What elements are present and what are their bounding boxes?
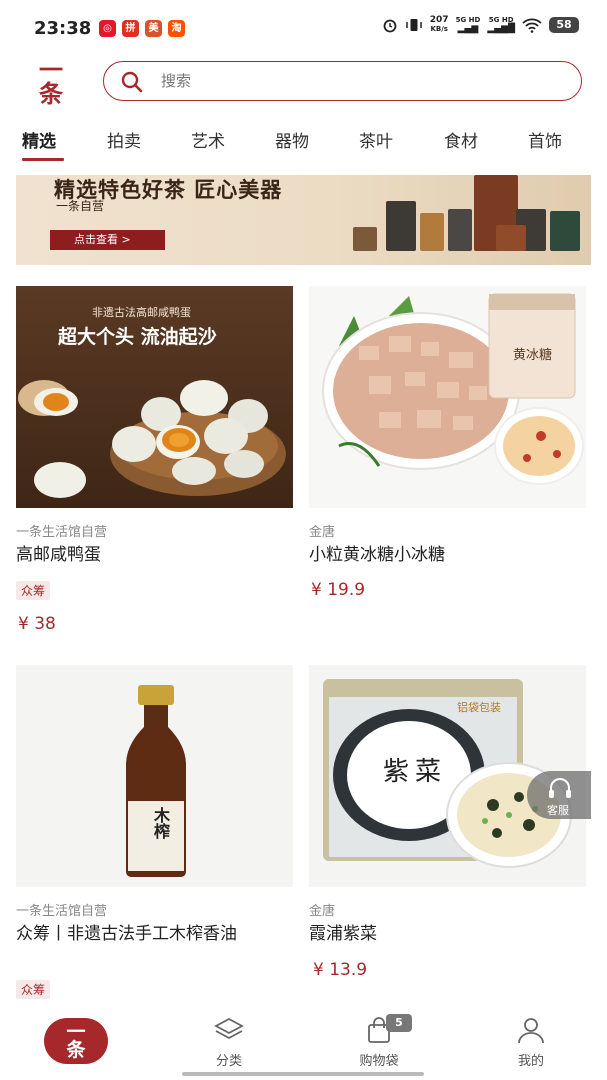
product-image-rock-sugar[interactable]: 黄冰糖: [309, 286, 586, 508]
package-label: 紫菜: [383, 757, 448, 787]
tab-utensils[interactable]: 器物: [275, 127, 309, 152]
category-tabs: 精选 拍卖 艺术 器物 茶叶 食材 首饰: [0, 122, 607, 162]
status-bar: 23:38 ◎ 拼 美 淘 207 KB/s 5G HD ▂▄▆ 5G HD ▂▄▆█…: [0, 0, 607, 58]
battery-indicator: 58: [549, 17, 579, 33]
alarm-icon: [383, 19, 397, 33]
cart-count-badge: 5: [386, 1014, 412, 1032]
search-input[interactable]: [161, 70, 541, 92]
package-label: 黄冰糖: [513, 348, 553, 363]
nav-profile[interactable]: 我的: [496, 1016, 566, 1069]
customer-service-button[interactable]: 客服: [527, 771, 591, 819]
person-icon: [518, 1018, 544, 1044]
rock-sugar-illustration: [322, 293, 584, 485]
sesame-oil-bottle-illustration: [126, 685, 186, 877]
network-speed: 207 KB/s: [429, 15, 449, 34]
crowdfunding-tag: 众筹: [16, 980, 51, 999]
product-brand: 一条生活馆自营: [16, 904, 108, 919]
product-name[interactable]: 高邮咸鸭蛋: [16, 545, 293, 566]
layers-icon: [214, 1017, 244, 1040]
bottle-label: 木榨: [151, 807, 170, 839]
product-brand: 一条生活馆自营: [16, 525, 108, 540]
tab-tea[interactable]: 茶叶: [359, 127, 393, 152]
weibo-icon: ◎: [99, 20, 116, 37]
product-name[interactable]: 霞浦紫菜: [309, 924, 586, 945]
promo-banner[interactable]: 精选特色好茶 匠心美器 一条自营 点击查看 >: [16, 175, 591, 265]
search-icon: [121, 71, 143, 93]
banner-view-button[interactable]: 点击查看 >: [50, 230, 165, 250]
tab-art[interactable]: 艺术: [191, 127, 225, 152]
tab-auction[interactable]: 拍卖: [107, 127, 141, 152]
vibrate-icon: [406, 19, 422, 31]
sim2-signal: 5G HD ▂▄▆█: [487, 16, 515, 34]
product-image-sesame-oil[interactable]: 木榨: [16, 665, 293, 887]
banner-subtitle: 一条自营: [56, 199, 105, 213]
active-tab-indicator: [22, 158, 64, 161]
headset-icon: [549, 778, 571, 798]
product-price: ¥ 19.9: [311, 580, 366, 600]
customer-service-label: 客服: [547, 804, 569, 817]
status-indicators: 207 KB/s 5G HD ▂▄▆ 5G HD ▂▄▆█ 58: [382, 16, 579, 34]
bottom-navigation: 一条 分类 5 购物袋 我的: [0, 1008, 607, 1080]
product-name[interactable]: 小粒黄冰糖小冰糖: [309, 545, 586, 566]
crowdfunding-tag: 众筹: [16, 581, 51, 600]
nav-shopping-bag-label: 购物袋: [359, 1054, 399, 1069]
app-logo[interactable]: 一条: [36, 58, 66, 106]
tab-featured[interactable]: 精选: [22, 127, 56, 152]
tab-jewelry[interactable]: 首饰: [528, 127, 562, 152]
home-indicator[interactable]: [182, 1072, 424, 1076]
meituan-icon: 美: [145, 20, 162, 37]
wifi-icon: [522, 18, 542, 33]
package-badge: 铝袋包装: [457, 701, 501, 714]
notification-icons: ◎ 拼 美 淘: [99, 20, 185, 37]
status-time: 23:38: [34, 18, 92, 39]
product-image-duck-egg[interactable]: 非遗古法高邮咸鸭蛋 超大个头 流油起沙: [16, 286, 293, 508]
product-price: ¥ 13.9: [313, 960, 368, 980]
sim1-signal: 5G HD ▂▄▆: [455, 16, 481, 34]
product-brand: 金唐: [309, 904, 336, 919]
nav-category-label: 分类: [215, 1054, 242, 1069]
nav-home-button[interactable]: 一条: [44, 1018, 108, 1064]
tab-ingredients[interactable]: 食材: [444, 127, 478, 152]
nav-category[interactable]: 分类: [194, 1016, 264, 1069]
taobao-icon: 淘: [168, 20, 185, 37]
pinduoduo-icon: 拼: [122, 20, 139, 37]
nav-shopping-bag[interactable]: 5 购物袋: [344, 1014, 414, 1069]
nav-profile-label: 我的: [517, 1054, 544, 1069]
duck-egg-basket-illustration: [18, 380, 286, 498]
product-brand: 金唐: [309, 525, 336, 540]
product-name[interactable]: 众筹丨非遗古法手工木榨香油: [16, 924, 281, 945]
search-bar[interactable]: [103, 61, 582, 101]
product-price: ¥ 38: [18, 614, 56, 634]
